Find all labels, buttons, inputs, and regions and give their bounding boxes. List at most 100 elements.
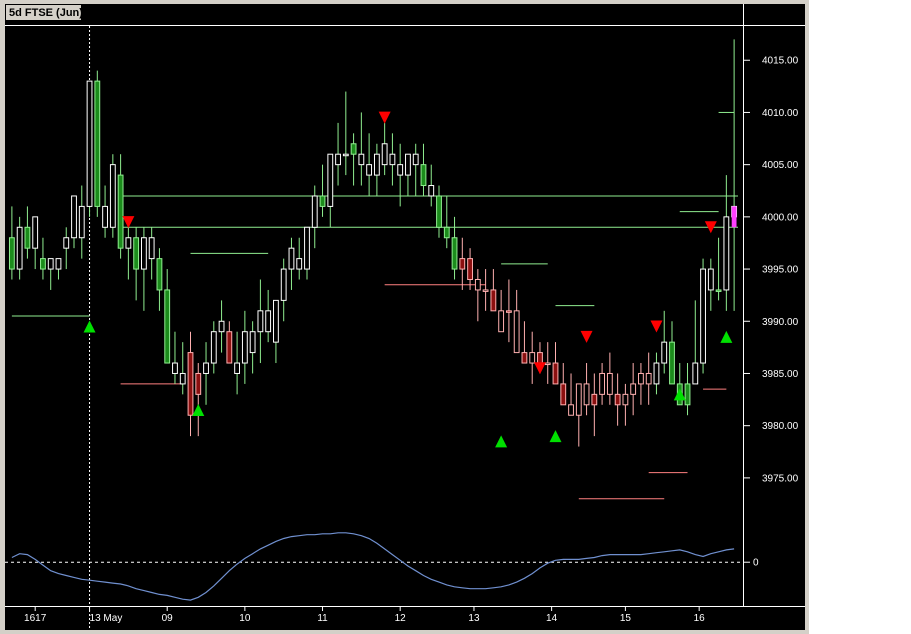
price-tick-label: 4010.00 xyxy=(762,108,799,119)
candle-body xyxy=(32,216,39,249)
candle-body xyxy=(381,143,388,166)
candle-body xyxy=(389,153,396,166)
candle-body xyxy=(428,185,435,197)
candle-body xyxy=(684,383,691,406)
candle-body xyxy=(241,331,248,364)
candle-body xyxy=(195,372,202,395)
candle-body xyxy=(459,258,466,270)
candle-body xyxy=(544,362,551,366)
candle-body xyxy=(273,299,279,343)
candle-body xyxy=(63,237,70,249)
candle-body xyxy=(280,268,287,301)
candle-body xyxy=(715,289,722,292)
candle-body xyxy=(311,195,318,228)
price-tick-label: 3975.00 xyxy=(762,473,799,484)
candle-body xyxy=(591,393,598,406)
chart-frame: 5d FTSE (Jun) 4015.00 4010.00 4005.00 4000.… xyxy=(0,0,809,634)
candle-body xyxy=(490,289,497,312)
candle-body xyxy=(723,216,730,291)
candle-body xyxy=(630,383,637,395)
candle-body xyxy=(498,310,505,333)
title-strip xyxy=(5,4,805,25)
candle-body xyxy=(40,258,46,270)
candle-body xyxy=(16,226,23,270)
price-axis-area xyxy=(743,4,805,606)
price-tick-label: 3995.00 xyxy=(762,265,799,276)
candle-body xyxy=(373,153,380,176)
candle-body xyxy=(614,393,621,406)
candle-body xyxy=(575,383,582,416)
candle-body xyxy=(319,195,326,207)
candle-body xyxy=(707,268,714,291)
candle-body xyxy=(172,362,178,374)
candle-body xyxy=(24,226,31,249)
candle-body xyxy=(109,164,116,228)
candle-body xyxy=(474,279,481,291)
candle-body xyxy=(327,153,334,207)
candle-body xyxy=(467,258,473,280)
date-tick-label: 13 May xyxy=(90,613,123,624)
candle-body xyxy=(366,164,373,176)
oscillator-zero-label: 0 xyxy=(753,558,759,569)
candlestick-chart: 5d FTSE (Jun) 4015.00 4010.00 4005.00 4000.… xyxy=(5,4,805,630)
price-tick-label: 4015.00 xyxy=(762,56,799,67)
price-tick-label: 3990.00 xyxy=(762,317,799,328)
candle-body xyxy=(296,258,303,270)
candle-body xyxy=(436,195,442,228)
candle-body xyxy=(304,226,310,270)
candle-body xyxy=(513,310,520,354)
candle-body xyxy=(583,383,590,406)
date-tick-label: 12 xyxy=(395,613,407,624)
date-tick-label: 09 xyxy=(162,613,174,624)
candle-body xyxy=(443,226,450,239)
candle-body xyxy=(568,404,574,416)
date-tick-label: 1617 xyxy=(24,613,47,624)
candle-body xyxy=(156,258,163,291)
candle-body xyxy=(102,205,108,228)
candle-body xyxy=(265,310,272,333)
candle-body xyxy=(529,352,536,364)
plot-area xyxy=(5,4,743,606)
candle-body xyxy=(700,268,706,364)
candle-body xyxy=(164,289,171,364)
date-tick-label: 13 xyxy=(468,613,480,624)
candle-body xyxy=(606,372,613,395)
candle-body xyxy=(148,237,155,260)
date-tick-label: 11 xyxy=(317,613,328,624)
candle-body xyxy=(653,362,660,385)
candle-body xyxy=(552,362,559,385)
candle-body xyxy=(140,237,147,270)
candle-body xyxy=(560,383,567,406)
candle-body xyxy=(537,352,543,364)
price-tick-label: 4005.00 xyxy=(762,160,799,171)
price-tick-label: 3985.00 xyxy=(762,369,799,380)
price-tick-label: 3980.00 xyxy=(762,421,799,432)
candle-body xyxy=(692,362,699,385)
candle-body xyxy=(218,320,225,333)
candle-body xyxy=(234,362,241,374)
candle-body xyxy=(86,80,93,207)
candle-body xyxy=(669,341,675,385)
date-tick-label: 15 xyxy=(620,613,632,624)
candle-body xyxy=(257,310,264,333)
candle-body xyxy=(661,341,668,364)
candle-body xyxy=(187,352,194,416)
candle-body xyxy=(71,195,77,239)
candle-body xyxy=(78,205,85,239)
candle-body xyxy=(638,372,644,385)
candle-body xyxy=(599,372,606,395)
candle-body xyxy=(622,393,629,406)
candle-body xyxy=(55,258,62,270)
candle-body xyxy=(125,237,132,249)
candle-body xyxy=(645,372,652,385)
price-tick-label: 4000.00 xyxy=(762,212,799,223)
date-tick-label: 10 xyxy=(239,613,251,624)
candle-body xyxy=(350,143,357,155)
highlight-candle xyxy=(731,206,737,228)
candle-body xyxy=(358,153,365,166)
chart-title: 5d FTSE (Jun) xyxy=(9,7,83,19)
candle-body xyxy=(405,153,411,176)
candle-body xyxy=(94,80,101,207)
candle-body xyxy=(482,289,489,292)
candle-body xyxy=(342,153,349,157)
